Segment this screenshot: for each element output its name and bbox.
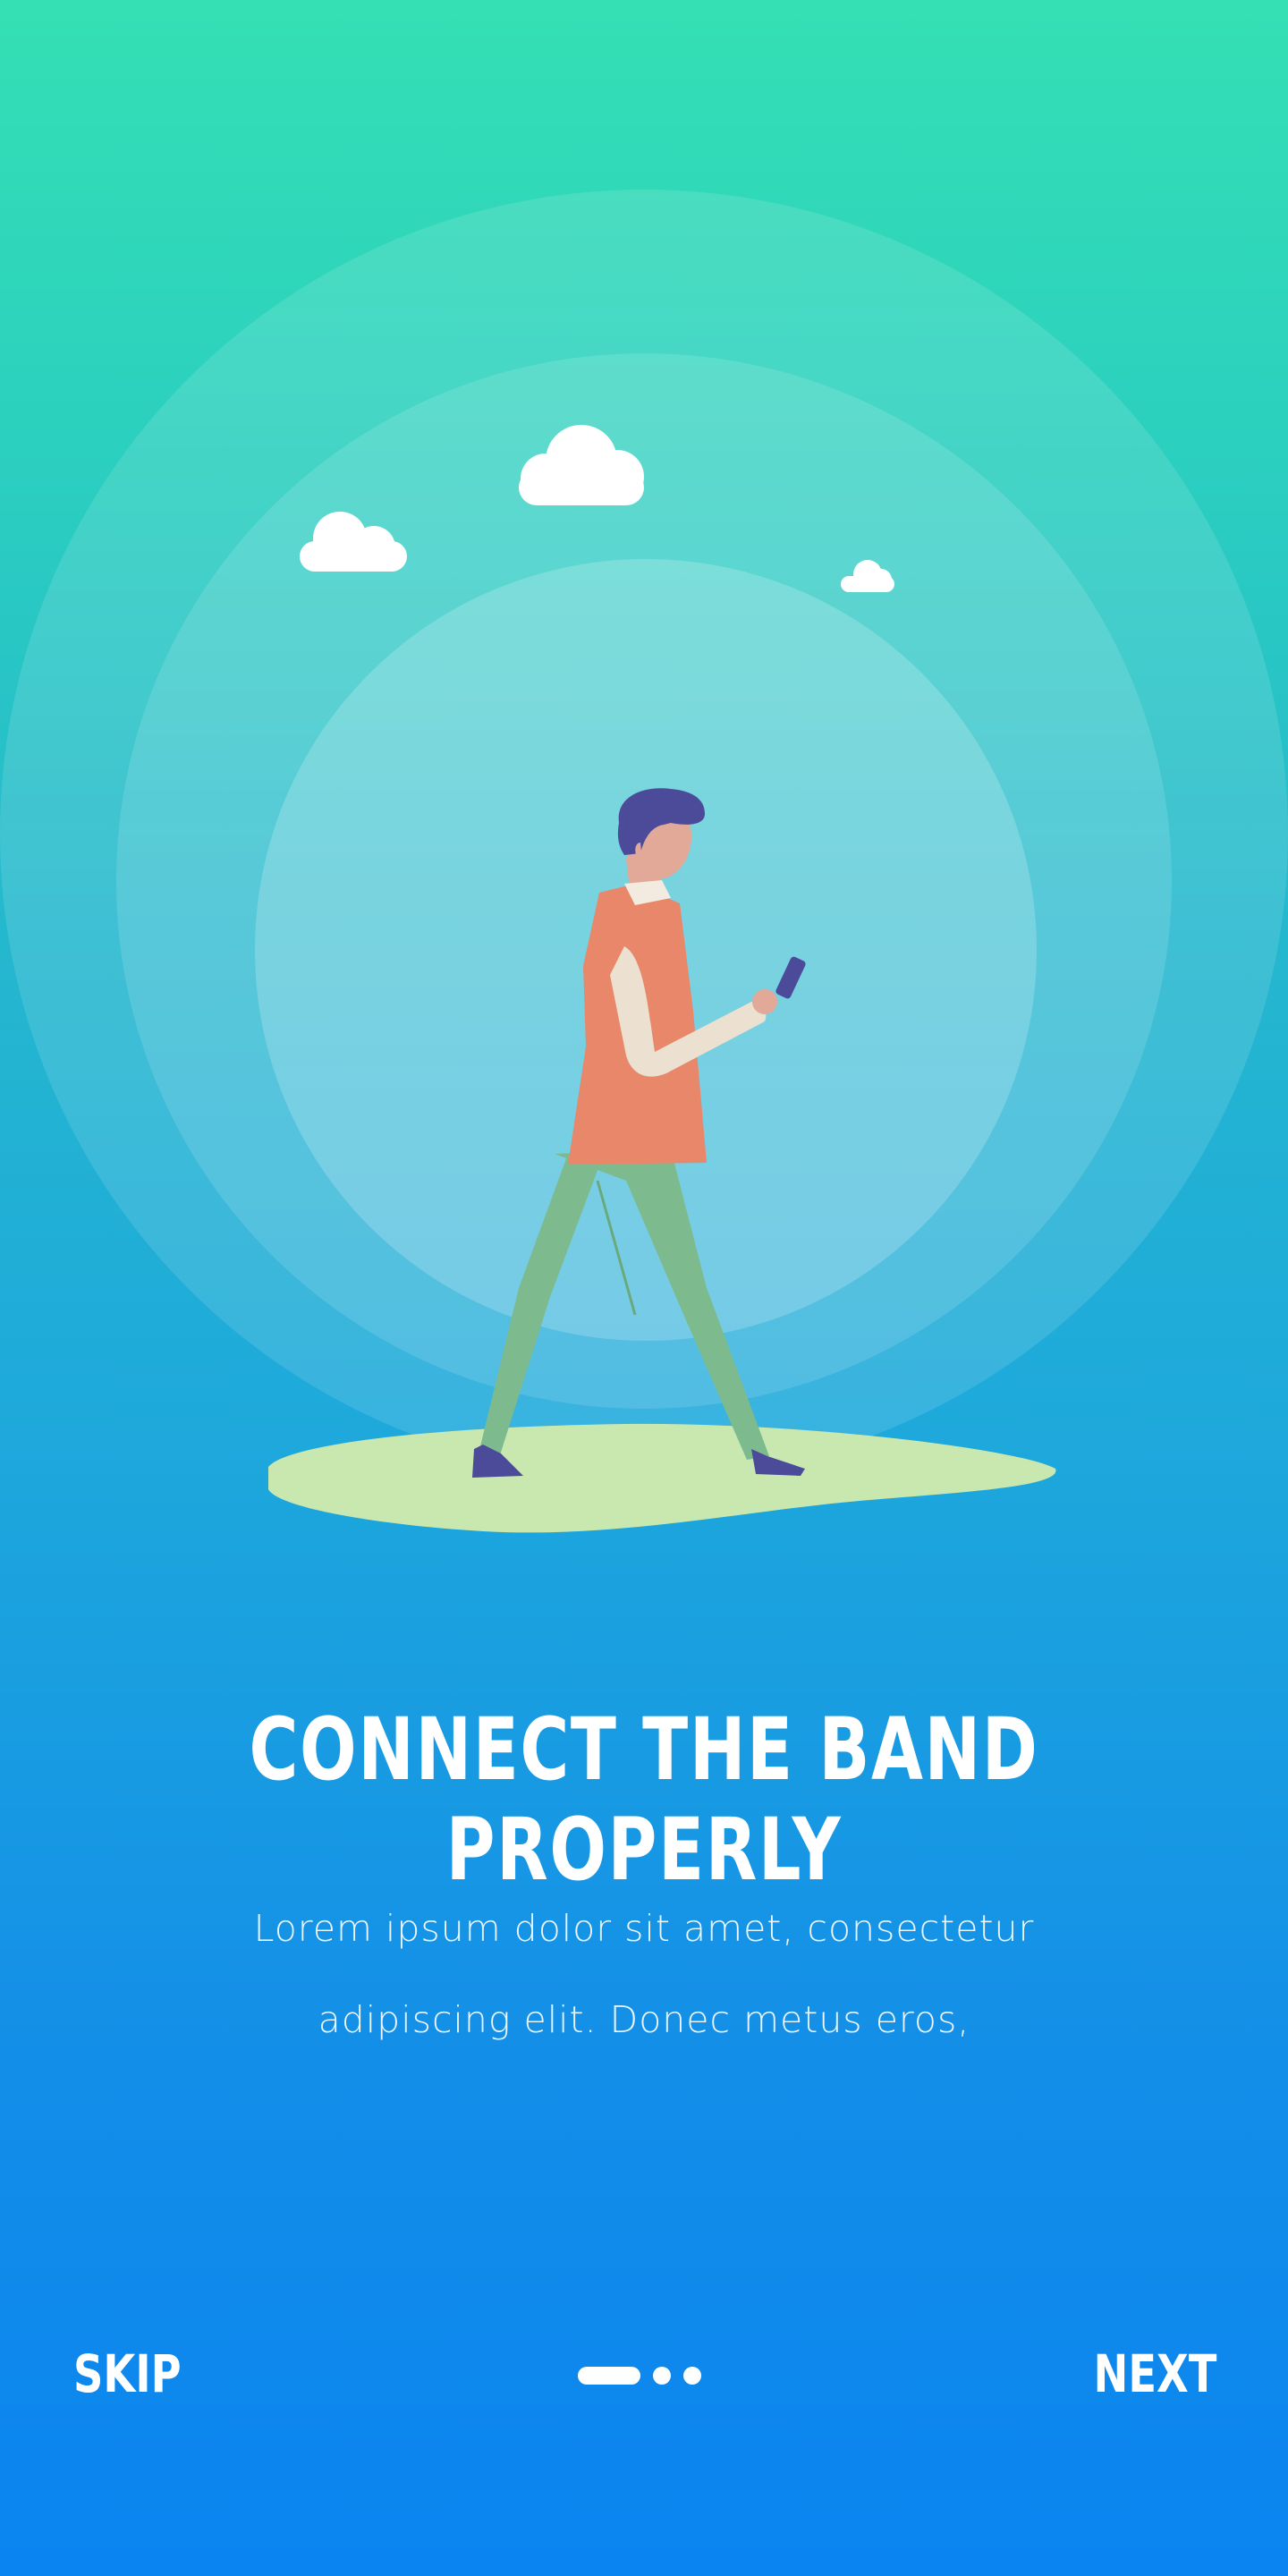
- onboarding-title: CONNECT THE BAND PROPERLY: [249, 1699, 1039, 1900]
- pagination-dot-active[interactable]: [578, 2367, 640, 2385]
- cloud-icon: [841, 560, 894, 592]
- man-back-leg: [479, 1154, 604, 1458]
- ground-patch: [268, 1423, 1056, 1533]
- walking-man-illustration: [268, 788, 1056, 1533]
- pagination-dot[interactable]: [683, 2367, 701, 2385]
- phone-icon: [775, 956, 806, 999]
- pagination-dots: [578, 2367, 701, 2385]
- cloud-icon: [300, 512, 407, 572]
- next-button[interactable]: NEXT: [1093, 2343, 1216, 2404]
- pagination-dot[interactable]: [653, 2367, 671, 2385]
- onboarding-screen: CONNECT THE BAND PROPERLY Lorem ipsum do…: [0, 0, 1288, 2576]
- description-line-1: Lorem ipsum dolor sit amet, consectetur: [253, 1907, 1035, 1950]
- onboarding-description: Lorem ipsum dolor sit amet, consectetur …: [107, 1883, 1181, 2065]
- cloud-icon: [519, 425, 644, 505]
- description-line-2: adipiscing elit. Donec metus eros,: [318, 1998, 970, 2041]
- skip-button[interactable]: SKIP: [73, 2343, 182, 2404]
